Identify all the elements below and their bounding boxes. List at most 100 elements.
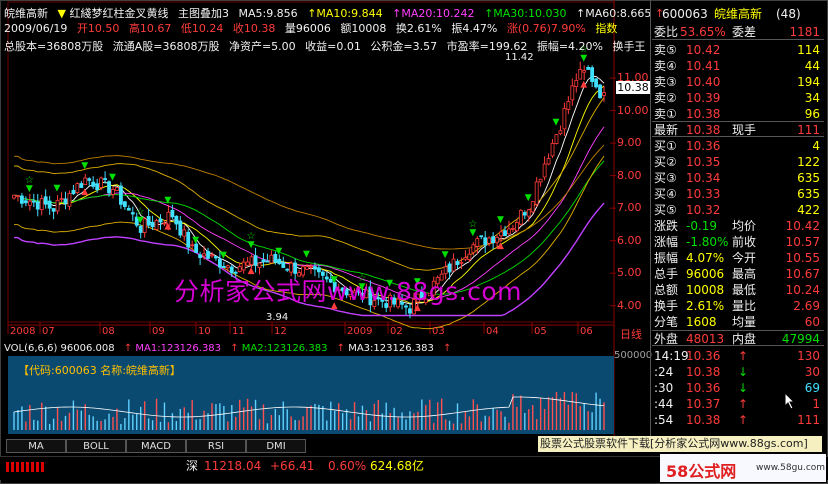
candle-body xyxy=(261,259,266,262)
candle-body xyxy=(265,260,270,263)
stat-label: 涨跌 xyxy=(654,219,679,233)
buy-marker-icon: ▼ xyxy=(109,172,116,182)
candle-body xyxy=(285,268,290,271)
tick-time: :30 xyxy=(654,381,674,395)
candle-body xyxy=(598,84,602,99)
stock-code: 600063 xyxy=(662,7,708,21)
tab-boll[interactable]: BOLL xyxy=(66,439,126,453)
candle-body xyxy=(590,67,595,82)
overlay-name[interactable]: 主图叠加3 xyxy=(178,7,229,20)
ask-row[interactable]: 卖① 10.38 96 xyxy=(652,106,824,122)
ask-row[interactable]: 卖④ 10.41 44 xyxy=(652,58,824,74)
candle-body xyxy=(51,208,56,212)
stat-row[interactable]: 总手 96006 最高 10.67 xyxy=(652,266,824,282)
star-marker-icon: ☆ xyxy=(25,175,34,186)
tick-row[interactable]: :44 10.37 ↑ 1 xyxy=(652,396,824,412)
candle-body xyxy=(111,189,115,195)
star-marker-icon: ☆ xyxy=(136,206,145,217)
tick-row[interactable]: 14:19 10.36 ↑ 130 xyxy=(652,348,824,364)
ask-row[interactable]: 卖⑤ 10.42 114 xyxy=(652,42,824,58)
tab-rsi[interactable]: RSI xyxy=(186,439,246,453)
candle-body xyxy=(459,261,464,264)
ad-banner[interactable]: 股票公式股票软件下载[分析家公式网www.88gs.com] xyxy=(538,436,822,452)
stat-row[interactable]: 涨跌 -0.19 均价 10.42 xyxy=(652,218,824,234)
site-logo[interactable]: 58公式网 www.58gu.com xyxy=(660,454,826,482)
candle-body xyxy=(602,92,606,96)
volume-arrow-icon: ↑ xyxy=(336,343,346,354)
low-annotation: 3.94 xyxy=(266,312,289,323)
period-button[interactable]: 日线 xyxy=(614,326,648,342)
candle-body xyxy=(206,251,210,259)
time-axis-label: 06 xyxy=(580,326,593,337)
net-assets: 净资产=5.00 xyxy=(228,40,296,53)
candle-body xyxy=(269,254,274,264)
tab-ma[interactable]: MA xyxy=(6,439,66,453)
tick-row[interactable]: :30 10.36 ↓ 69 xyxy=(652,380,824,396)
tick-row[interactable]: :24 10.38 ↓ 30 xyxy=(652,364,824,380)
tick-row[interactable]: :54 10.38 ↑ 111 xyxy=(652,412,824,428)
stat-label: 均价 xyxy=(732,219,757,233)
stat-label: 振幅 xyxy=(654,251,679,265)
indicator-name[interactable]: 红綫梦红柱金叉黄线 xyxy=(69,7,168,20)
candle-body xyxy=(526,209,531,217)
bid-price: 10.32 xyxy=(686,203,721,217)
ask-row[interactable]: 卖② 10.39 34 xyxy=(652,90,824,106)
bid-row[interactable]: 买③ 10.34 635 xyxy=(652,170,824,186)
candle-body xyxy=(582,70,587,73)
candle-body xyxy=(546,158,551,165)
tab-dmi[interactable]: DMI xyxy=(246,439,306,453)
inner-label: 内盘 xyxy=(732,332,757,346)
bid-row[interactable]: 买④ 10.33 635 xyxy=(652,186,824,202)
bid-row[interactable]: 买⑤ 10.32 422 xyxy=(652,202,824,218)
candle-body xyxy=(186,231,191,248)
candle-body xyxy=(71,189,76,195)
volume-ma2: MA2:123126.383 xyxy=(241,343,328,354)
ma60-value: ↑MA60:8.665 xyxy=(576,7,652,20)
candle-body xyxy=(23,200,28,204)
weicha-label: 委差 xyxy=(732,25,757,39)
stat-label: 分笔 xyxy=(654,315,679,329)
candle-body xyxy=(253,255,258,266)
quote-amplitude: 振4.47% xyxy=(451,22,498,35)
stat-row[interactable]: 换手 2.61% 量比 2.69 xyxy=(652,298,824,314)
index-label[interactable]: 指数 xyxy=(595,22,617,35)
stat-row[interactable]: 涨幅 -1.80% 前收 10.57 xyxy=(652,234,824,250)
ask-label: 卖① xyxy=(654,107,677,121)
stat-row[interactable]: 分笔 1608 均量 60 xyxy=(652,314,824,330)
stat-value: 10.67 xyxy=(785,267,820,281)
candle-body xyxy=(59,198,64,200)
candle-body xyxy=(63,198,68,204)
stat-value: 10.42 xyxy=(785,219,820,233)
buy-marker-icon: ▼ xyxy=(497,215,504,225)
stat-row[interactable]: 总额 10008 最低 10.24 xyxy=(652,282,824,298)
candle-body xyxy=(313,266,317,270)
bid-row[interactable]: 买② 10.35 122 xyxy=(652,154,824,170)
tick-volume: 130 xyxy=(797,349,820,363)
candle-body xyxy=(225,265,230,269)
ask-row[interactable]: 卖③ 10.40 194 xyxy=(652,74,824,90)
ask-volume: 194 xyxy=(797,75,820,89)
candle-body xyxy=(518,209,523,225)
stat-value: 96006 xyxy=(686,267,725,281)
ask-price: 10.41 xyxy=(686,59,721,73)
quote-low: 低10.24 xyxy=(180,22,224,35)
tab-macd[interactable]: MACD xyxy=(126,439,186,453)
stat-row[interactable]: 振幅 4.07% 今开 10.55 xyxy=(652,250,824,266)
sort-arrow-icon: ▼ xyxy=(57,7,66,20)
candle-body xyxy=(170,209,175,218)
volume-value: 96006.008 xyxy=(60,343,115,354)
ask-volume: 44 xyxy=(804,59,820,73)
bid-row[interactable]: 买① 10.36 4 xyxy=(652,138,824,154)
quote-close: 收10.38 xyxy=(232,22,276,35)
candle-body xyxy=(289,262,294,273)
tick-volume: 30 xyxy=(804,365,820,379)
inner-value: 47994 xyxy=(781,332,820,346)
time-axis-label: 07 xyxy=(42,326,55,337)
candle-body xyxy=(471,244,476,253)
tick-direction-icon: ↓ xyxy=(738,365,749,379)
price-axis-label: 5.00 xyxy=(617,266,642,280)
stat-value: 1608 xyxy=(686,315,717,329)
market-index: 11218.04 xyxy=(204,459,262,473)
volume-ma3: MA3:123126.383 xyxy=(348,343,434,354)
now-hand-label: 现手 xyxy=(732,123,757,137)
